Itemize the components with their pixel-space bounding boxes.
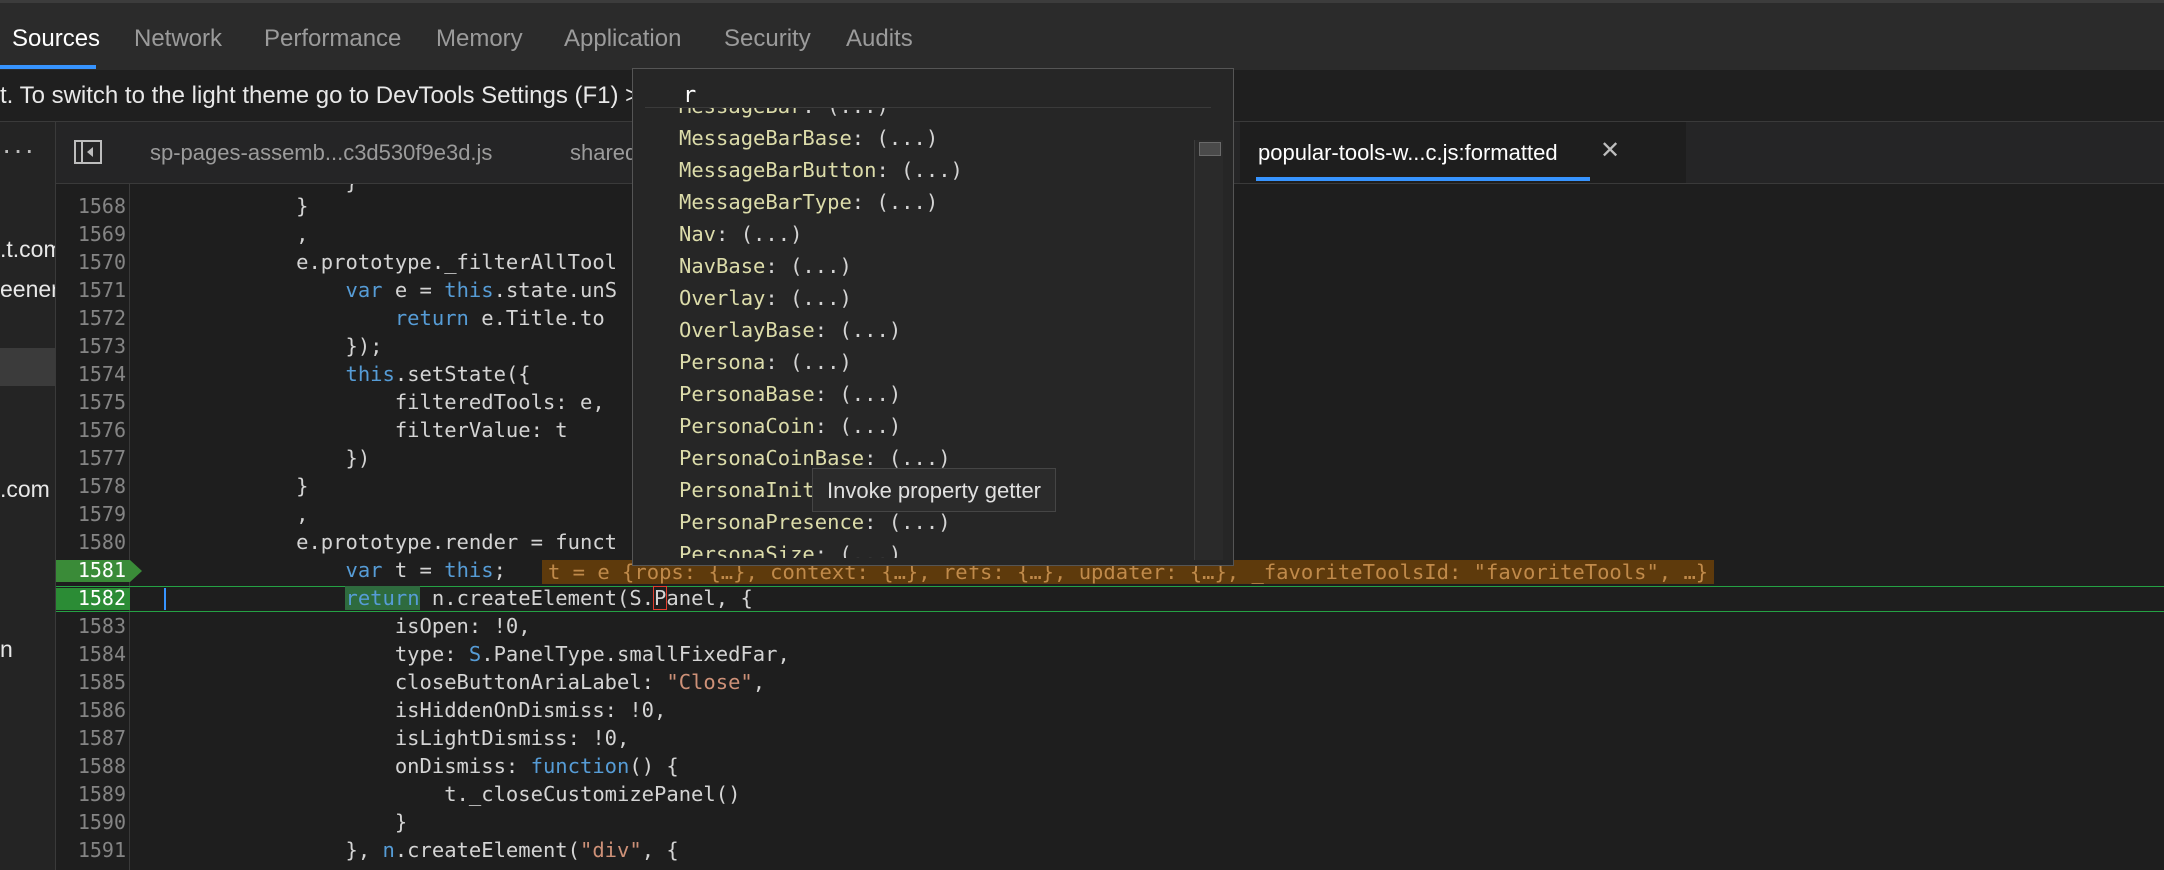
code-line: }	[148, 184, 357, 194]
line-number[interactable]: 1572	[56, 306, 126, 330]
more-options-icon[interactable]: ···	[2, 134, 36, 166]
line-number[interactable]: 1585	[56, 670, 126, 694]
code-line: ,	[148, 502, 309, 526]
autocomplete-item[interactable]: Overlay: (...)	[679, 286, 852, 310]
autocomplete-item[interactable]: OverlayBase: (...)	[679, 318, 901, 342]
autocomplete-prefix: r	[683, 83, 697, 108]
line-number[interactable]: 1589	[56, 782, 126, 806]
line-number[interactable]: 1575	[56, 390, 126, 414]
panel-tab-bar: Sources Network Performance Memory Appli…	[0, 0, 2164, 70]
scrollbar-thumb[interactable]	[1199, 142, 1221, 156]
active-file-tab-indicator	[1256, 177, 1590, 181]
line-number[interactable]: 1570	[56, 250, 126, 274]
code-line: var t = this;	[345, 558, 506, 582]
navigator-item[interactable]: .com	[0, 476, 50, 503]
code-line: e.prototype._filterAllTool	[148, 250, 617, 274]
line-number[interactable]: 1577	[56, 446, 126, 470]
theme-info-text: t. To switch to the light theme go to De…	[0, 82, 640, 109]
line-number[interactable]: 1588	[56, 754, 126, 778]
line-number[interactable]: 1578	[56, 474, 126, 498]
code-line: }	[148, 810, 408, 834]
navigator-item[interactable]: eenerg	[0, 276, 55, 303]
code-line: isOpen: !0,	[148, 614, 531, 638]
autocomplete-item[interactable]: PersonaPresence: (...)	[679, 510, 951, 534]
current-expression-highlight	[653, 586, 667, 610]
toggle-navigator-icon[interactable]	[74, 140, 102, 164]
tooltip: Invoke property getter	[812, 468, 1057, 512]
code-line: t._closeCustomizePanel()	[148, 782, 741, 806]
close-icon[interactable]: ✕	[1600, 136, 1620, 165]
code-line: }	[148, 474, 309, 498]
line-number[interactable]: 1590	[56, 810, 126, 834]
navigator-selected-item[interactable]	[0, 348, 55, 386]
line-number[interactable]: 1586	[56, 698, 126, 722]
line-number-gutter[interactable]: 1568 1569 1570 1571 1572 1573 1574 1575 …	[56, 184, 142, 870]
line-number[interactable]: 1568	[56, 194, 126, 218]
code-line: this.setState({	[345, 362, 531, 386]
line-number[interactable]: 1573	[56, 334, 126, 358]
line-number[interactable]: 1579	[56, 502, 126, 526]
navigator-item[interactable]: n	[0, 636, 13, 663]
autocomplete-item[interactable]: MessageBarBase: (...)	[679, 126, 938, 150]
tab-application[interactable]: Application	[564, 25, 681, 53]
navigator-item[interactable]: .t.com	[0, 236, 55, 263]
code-line: isHiddenOnDismiss: !0,	[148, 698, 667, 722]
line-number[interactable]: 1576	[56, 418, 126, 442]
code-line: });	[148, 334, 383, 358]
tab-sources[interactable]: Sources	[12, 25, 100, 53]
code-line: onDismiss: function() {	[148, 754, 679, 778]
line-number[interactable]: 1569	[56, 222, 126, 246]
code-line: e.prototype.render = funct	[148, 530, 617, 554]
autocomplete-item[interactable]: MessageBarType: (...)	[679, 190, 938, 214]
active-tab-indicator	[0, 65, 96, 69]
code-line: return e.Title.to	[394, 306, 605, 330]
file-tab-shared[interactable]: shared	[570, 140, 637, 166]
tab-audits[interactable]: Audits	[846, 25, 913, 53]
code-line: ,	[148, 222, 309, 246]
code-line: type: S.PanelType.smallFixedFar,	[148, 642, 790, 666]
code-line: })	[148, 446, 371, 470]
file-navigator: ··· .t.com eenerg .com n	[0, 122, 56, 870]
code-line: }	[148, 194, 309, 218]
line-number[interactable]: 1581	[56, 558, 126, 582]
line-number[interactable]: 1587	[56, 726, 126, 750]
file-tab-popular-tools[interactable]: popular-tools-w...c.js:formatted	[1258, 140, 1558, 166]
autocomplete-item[interactable]: PersonaCoin: (...)	[679, 414, 901, 438]
code-line: isLightDismiss: !0,	[148, 726, 630, 750]
autocomplete-item[interactable]: NavBase: (...)	[679, 254, 852, 278]
file-tab-sp-pages[interactable]: sp-pages-assemb...c3d530f9e3d.js	[150, 140, 492, 166]
line-number[interactable]: 1574	[56, 362, 126, 386]
code-line: filteredTools: e,	[148, 390, 605, 414]
tab-security[interactable]: Security	[724, 25, 811, 53]
autocomplete-item[interactable]: PersonaSize: (...)	[679, 542, 901, 558]
line-number[interactable]: 1571	[56, 278, 126, 302]
tab-performance[interactable]: Performance	[264, 25, 401, 53]
autocomplete-item[interactable]: MessageBarButton: (...)	[679, 158, 963, 182]
code-line: var e = this.state.unS	[345, 278, 618, 302]
line-number[interactable]: 1580	[56, 530, 126, 554]
code-line: }, n.createElement("div", {	[148, 838, 679, 862]
autocomplete-item[interactable]: PersonaCoinBase: (...)	[679, 446, 951, 470]
code-line: filterValue: t	[148, 418, 568, 442]
autocomplete-item[interactable]: PersonaInit	[679, 478, 815, 502]
autocomplete-item[interactable]: Persona: (...)	[679, 350, 852, 374]
autocomplete-item[interactable]: PersonaBase: (...)	[679, 382, 901, 406]
autocomplete-item[interactable]: MessageBar: (...)	[679, 108, 889, 118]
autocomplete-scrollbar[interactable]	[1194, 140, 1223, 560]
tab-network[interactable]: Network	[134, 25, 222, 53]
line-number[interactable]: 1591	[56, 838, 126, 862]
code-line: closeButtonAriaLabel: "Close",	[148, 670, 766, 694]
line-number[interactable]: 1584	[56, 642, 126, 666]
tab-memory[interactable]: Memory	[436, 25, 523, 53]
line-number[interactable]: 1583	[56, 614, 126, 638]
autocomplete-item[interactable]: Nav: (...)	[679, 222, 802, 246]
